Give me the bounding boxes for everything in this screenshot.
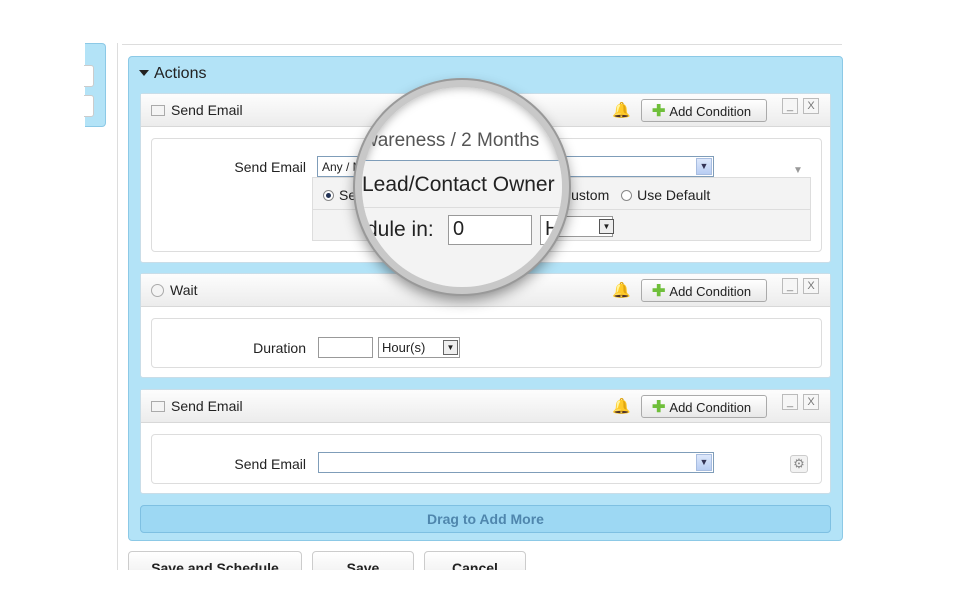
divider	[122, 44, 842, 45]
plus-icon: ✚	[652, 399, 666, 416]
add-condition-button[interactable]: ✚ Add Condition	[641, 279, 767, 302]
minimize-button[interactable]: _	[782, 98, 798, 114]
page-bottom	[0, 570, 960, 600]
magnifier-overlay: wareness / 2 Months Lead/Contact Owner d…	[355, 80, 569, 294]
divider	[117, 43, 118, 570]
expand-arrow-icon[interactable]: ▼	[793, 165, 803, 176]
bell-icon[interactable]: 🔔	[612, 281, 631, 299]
close-button[interactable]: X	[803, 98, 819, 114]
plus-icon: ✚	[652, 103, 666, 120]
radio-icon	[621, 190, 633, 201]
envelope-icon	[151, 105, 165, 116]
chevron-down-icon: ▼	[696, 454, 712, 471]
plus-icon: ✚	[652, 283, 666, 300]
card-body: Duration Hour(s) ▼	[151, 318, 822, 368]
magnified-text: Lead/Contact Owner	[362, 173, 555, 196]
clock-icon	[151, 284, 164, 297]
close-button[interactable]: X	[803, 394, 819, 410]
chevron-down-icon: ▼	[696, 158, 712, 175]
dropdown-icon: ▼	[443, 340, 458, 355]
add-condition-button[interactable]: ✚ Add Condition	[641, 395, 767, 418]
divider	[362, 207, 562, 208]
side-tab[interactable]	[84, 95, 94, 117]
duration-input[interactable]	[318, 337, 373, 358]
card-title: Send Email	[171, 398, 243, 414]
envelope-icon	[151, 401, 165, 412]
field-label: Send Email	[234, 456, 306, 472]
duration-unit-select[interactable]: Hour(s) ▼	[378, 337, 460, 358]
button-label: Add Condition	[669, 400, 752, 415]
card-title: Wait	[170, 282, 198, 298]
add-condition-button[interactable]: ✚ Add Condition	[641, 99, 767, 122]
email-select[interactable]: ▼	[318, 452, 714, 473]
caret-down-icon	[139, 70, 149, 76]
magnified-schedule-input: 0	[448, 215, 532, 245]
radio-label: Use Default	[637, 187, 711, 203]
button-label: Add Condition	[669, 104, 752, 119]
card-header[interactable]: Send Email 🔔 ✚ Add Condition _ X	[141, 390, 830, 423]
send-email-card: Send Email 🔔 ✚ Add Condition _ X Send Ema…	[140, 389, 831, 494]
minimize-button[interactable]: _	[782, 278, 798, 294]
minimize-button[interactable]: _	[782, 394, 798, 410]
close-button[interactable]: X	[803, 278, 819, 294]
side-tab[interactable]	[84, 65, 94, 87]
card-body: Send Email ▼ ⚙	[151, 434, 822, 484]
radio-option[interactable]: Use Default	[621, 187, 710, 203]
radio-label: Se	[339, 187, 357, 203]
gear-icon[interactable]: ⚙	[790, 455, 808, 473]
magnified-text: dule in:	[366, 218, 434, 241]
field-label: Send Email	[234, 159, 306, 175]
actions-title: Actions	[154, 65, 207, 82]
radio-icon	[323, 190, 334, 201]
magnified-text: wareness / 2 Months	[364, 130, 540, 151]
radio-option[interactable]: Se	[323, 187, 356, 203]
actions-toggle[interactable]: Actions	[139, 65, 206, 83]
bell-icon[interactable]: 🔔	[612, 101, 631, 119]
drag-to-add-zone[interactable]: Drag to Add More	[140, 505, 831, 533]
button-label: Add Condition	[669, 284, 752, 299]
side-panel	[84, 43, 106, 127]
card-title: Send Email	[171, 102, 243, 118]
field-label: Duration	[253, 340, 306, 356]
dropdown-icon: ▼	[599, 219, 614, 234]
bell-icon[interactable]: 🔔	[612, 397, 631, 415]
select-value: Hour(s)	[382, 340, 426, 355]
